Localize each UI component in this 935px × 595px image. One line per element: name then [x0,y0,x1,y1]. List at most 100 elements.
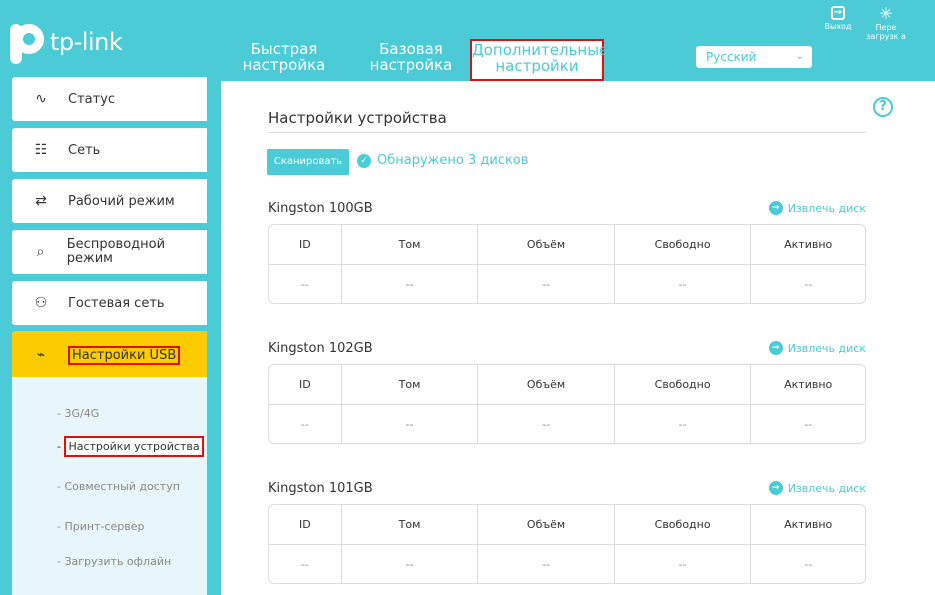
tp-link-logo: tp-link [10,20,123,64]
table-header-row: ID Том Объём Свободно Активно [269,365,865,404]
pulse-icon: ∿ [35,91,47,107]
reboot-icon: ✳ [879,4,893,23]
table-row: -- -- -- -- -- [269,544,865,583]
table-header-row: ID Том Объём Свободно Активно [269,505,865,544]
disk-name: Kingston 100GB [268,201,373,216]
column-header: Свободно [615,365,752,404]
submenu-item-print-server[interactable]: - Принт-сервер [57,520,144,533]
column-header: Активно [784,378,833,391]
logout-button[interactable]: → Выход [818,6,858,31]
check-icon: ✓ [357,153,371,168]
tab-quick-setup[interactable]: Быстрая настройка [238,41,330,73]
column-header: Свободно [615,225,752,264]
logout-icon: → [831,6,845,20]
column-header: Активно [784,238,833,251]
disk-name: Kingston 102GB [268,341,373,356]
table-header-row: ID Том Объём Свободно Активно [269,225,865,264]
scan-button[interactable]: Сканировать [267,149,349,175]
arrow-right-icon: → [768,341,783,355]
submenu-item-3g4g[interactable]: - 3G/4G [57,407,99,420]
help-icon[interactable]: ? [873,97,893,117]
sidebar-item-label: Рабочий режим [68,193,175,209]
column-header: ID [269,225,342,264]
chevron-down-icon: ⌄ [795,51,804,62]
column-header: Том [342,505,479,544]
eject-label: Извлечь диск [787,201,866,215]
logout-label: Выход [824,22,852,31]
wifi-icon: ⌕ [36,244,45,260]
submenu-item-label: Принт-сервер [64,520,145,533]
sidebar-item-guest-network[interactable]: ⚇ Гостевая сеть [12,281,207,325]
table-row: -- -- -- -- -- [269,404,865,443]
tp-link-logo-icon [10,20,46,64]
sidebar-item-label: Сеть [68,142,101,158]
table-cell: -- [269,405,342,443]
sidebar-item-status[interactable]: ∿ Статус [12,77,207,121]
submenu-item-label: Настройки устройства [64,436,204,457]
guests-icon: ⚇ [34,295,48,311]
arrow-right-icon: → [768,201,783,215]
column-header: Свободно [615,505,752,544]
table-cell: -- [269,265,342,303]
column-header: Том [342,225,479,264]
sidebar-item-label: Гостевая сеть [68,295,165,311]
table-cell: -- [342,545,479,583]
submenu-item-offline-download[interactable]: - Загрузить офлайн [57,555,171,568]
disk-name: Kingston 101GB [268,481,373,496]
table-cell: -- [804,417,813,431]
sidebar-item-wireless[interactable]: ⌕ Беспроводной режим [12,230,207,274]
column-header: ID [269,365,342,404]
submenu-item-device-settings[interactable]: - Настройки устройства [57,436,204,457]
title-divider [268,132,866,133]
submenu-item-label: Загрузить офлайн [64,555,172,568]
submenu-item-sharing[interactable]: - Совместный доступ [57,480,180,493]
page-title: Настройки устройства [268,109,447,127]
column-header: Том [342,365,479,404]
language-value: Русский [706,50,757,64]
table-cell: -- [269,545,342,583]
column-header: Активно [784,518,833,531]
tab-advanced[interactable]: Дополнительные настройки [470,39,608,81]
table-cell: -- [478,545,615,583]
sidebar-item-network[interactable]: ☷ Сеть [12,128,207,172]
reboot-button[interactable]: ✳ Пере загрузк а [866,4,906,42]
submenu-item-label: Совместный доступ [64,480,180,493]
sidebar-item-label: Настройки USB [68,345,181,365]
column-header: Объём [478,505,615,544]
table-cell: -- [615,265,752,303]
table-cell: -- [478,265,615,303]
disk-table: ID Том Объём Свободно Активно -- -- -- -… [268,504,866,584]
table-cell: -- [342,405,479,443]
usb-submenu: - 3G/4G - Настройки устройства - Совмест… [12,377,207,595]
arrow-right-icon: → [768,481,783,495]
table-cell: -- [478,405,615,443]
disk-table: ID Том Объём Свободно Активно -- -- -- -… [268,364,866,444]
eject-button[interactable]: → Извлечь диск [768,201,866,215]
column-header: Объём [478,225,615,264]
logo-text: tp-link [50,28,123,56]
table-cell: -- [615,545,752,583]
column-header: ID [269,505,342,544]
sidebar-item-label: Статус [68,91,116,107]
table-cell: -- [615,405,752,443]
usb-icon: ⌁ [36,347,46,363]
eject-button[interactable]: → Извлечь диск [768,481,866,495]
main-panel: Настройки устройства ? Сканировать ✓ Обн… [221,81,935,595]
table-cell: -- [342,265,479,303]
found-text: Обнаружено 3 дисков [377,153,529,168]
language-select[interactable]: Русский ⌄ [696,46,812,68]
sidebar-item-operation-mode[interactable]: ⇄ Рабочий режим [12,179,207,223]
table-cell: -- [804,277,813,291]
found-status: ✓ Обнаружено 3 дисков [357,153,528,168]
submenu-item-label: 3G/4G [64,407,100,420]
sidebar-item-usb[interactable]: ⌁ Настройки USB [12,331,207,379]
disk-table: ID Том Объём Свободно Активно -- -- -- -… [268,224,866,304]
eject-label: Извлечь диск [787,481,866,495]
eject-button[interactable]: → Извлечь диск [768,341,866,355]
network-icon: ☷ [34,142,48,158]
column-header: Объём [478,365,615,404]
eject-label: Извлечь диск [787,341,866,355]
reboot-label: Пере загрузк а [866,23,906,41]
tab-basic[interactable]: Базовая настройка [365,41,457,73]
sidebar-item-label: Беспроводной режим [66,237,166,266]
